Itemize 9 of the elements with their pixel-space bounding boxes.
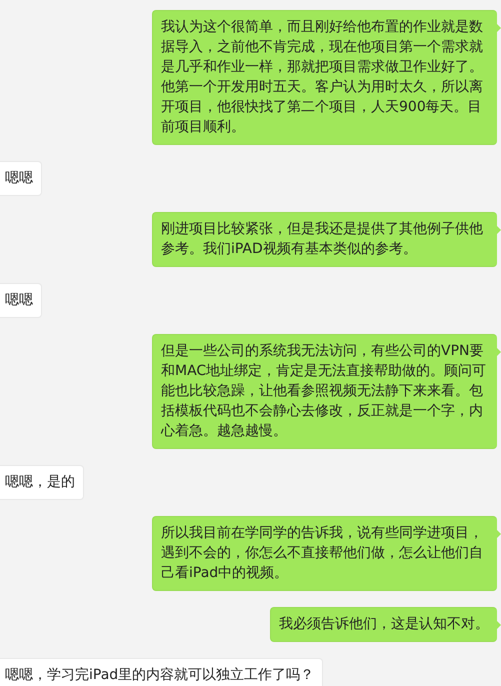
bubble-tail-icon [496,529,501,539]
bubble-tail-icon [496,620,501,630]
message-bubble: 嗯嗯，是的 [0,465,84,500]
message-bubble: 嗯嗯 [0,283,42,318]
message-bubble: 嗯嗯，学习完iPad里的内容就可以独立工作了吗？ [0,658,324,686]
bubble-tail-icon [496,347,501,357]
bubble-tail-icon [496,225,501,235]
message-bubble: 嗯嗯 [0,161,42,196]
bubble-tail-icon [496,23,501,33]
